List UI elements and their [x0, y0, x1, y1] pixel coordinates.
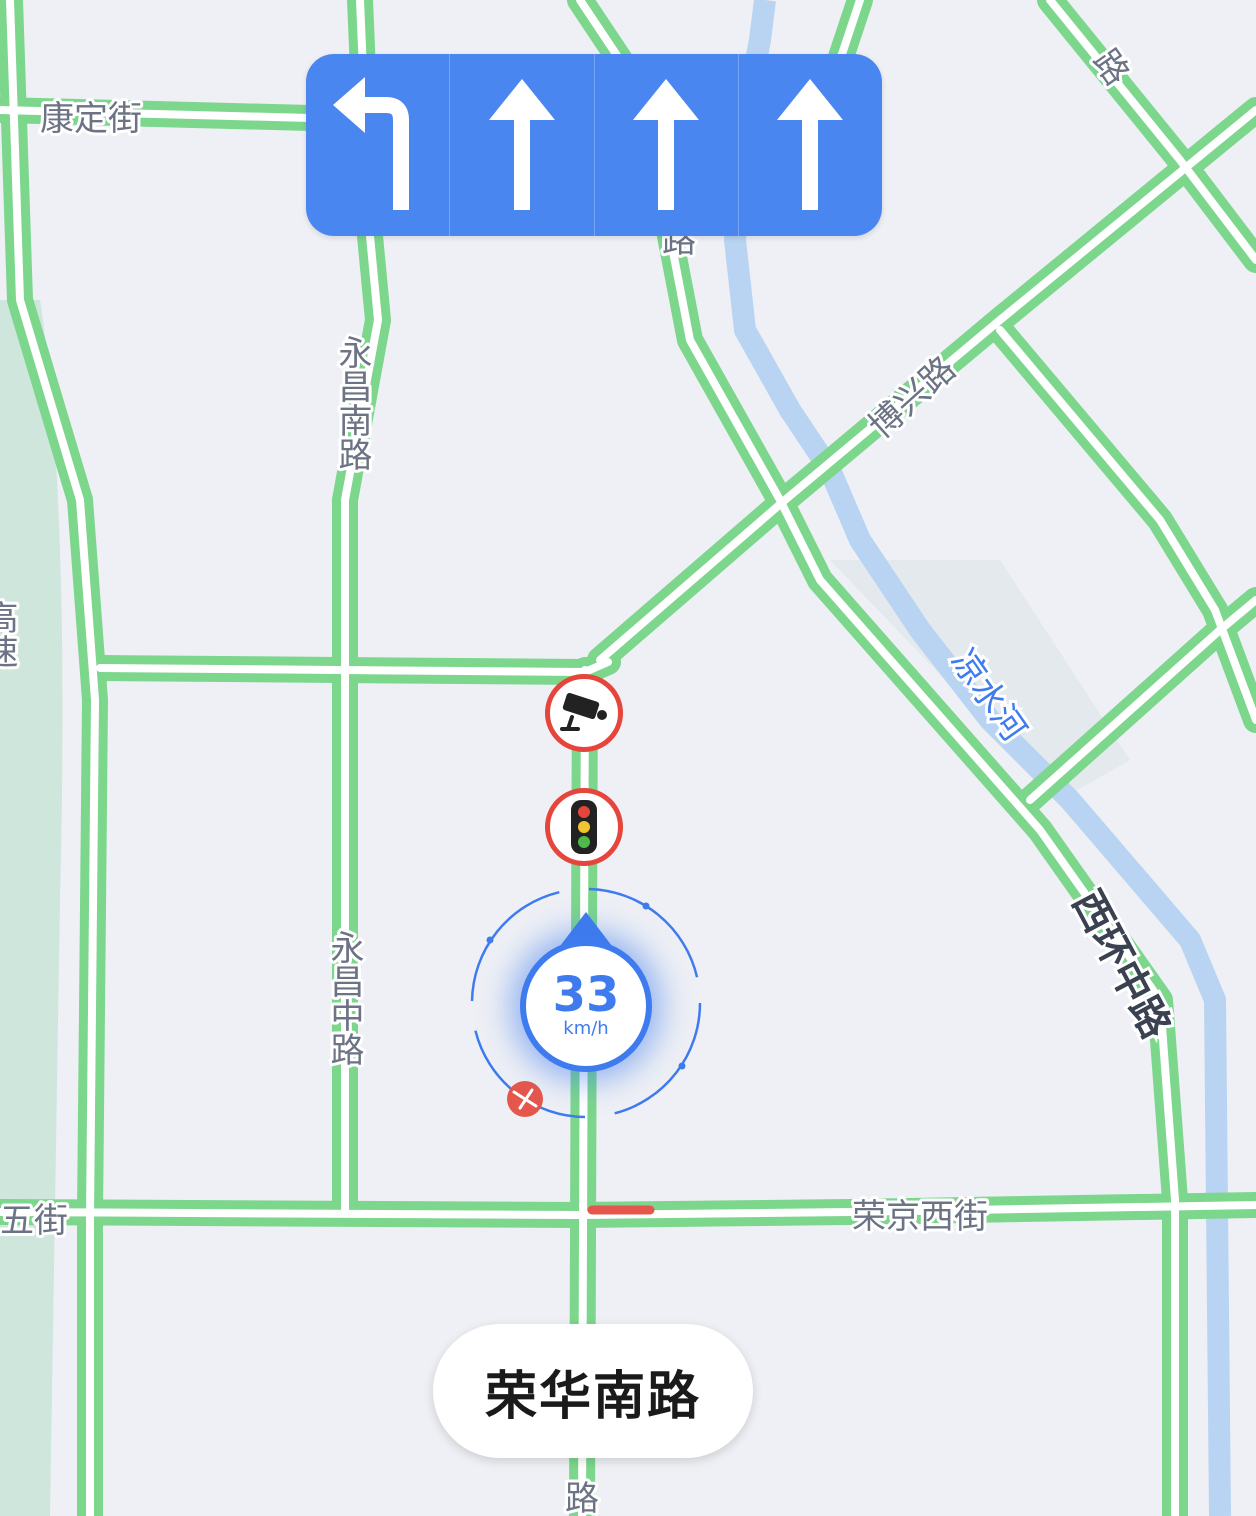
- label-kangding-street: 康定街: [40, 99, 142, 139]
- label-rongjing-west-street: 荣京西街: [852, 1197, 988, 1237]
- lane-straight: [595, 54, 739, 236]
- traffic-light-icon: [571, 800, 597, 854]
- turn-left-arrow-icon: [332, 77, 409, 210]
- straight-arrow-icon: [488, 79, 555, 210]
- label-road-bottom: 路: [565, 1479, 599, 1516]
- traffic-light-marker[interactable]: [545, 788, 623, 866]
- greenbelt-left: [0, 300, 63, 1516]
- ring-dot: [642, 902, 650, 910]
- speed-unit: km/h: [563, 1018, 609, 1039]
- lane-straight: [739, 54, 882, 236]
- straight-arrow-icon: [633, 79, 700, 210]
- ring-dot: [678, 1062, 686, 1070]
- label-boxing-road: 博兴路: [861, 349, 964, 447]
- label-yongchang-south-road: 永昌南路: [332, 335, 372, 471]
- speed-camera-icon: [560, 693, 607, 731]
- current-road-pill[interactable]: 荣华南路: [433, 1324, 753, 1458]
- speed-value: 33: [552, 967, 620, 1023]
- lane-guidance-panel: [306, 54, 882, 236]
- lane-straight: [450, 54, 595, 236]
- current-speed-indicator: 33 km/h: [520, 940, 652, 1072]
- current-road-name: 荣华南路: [484, 1366, 701, 1427]
- straight-arrow-icon: [777, 79, 844, 210]
- label-yongchang-middle-road: 永昌中路: [324, 930, 364, 1066]
- label-highway: 高速: [0, 600, 18, 668]
- ring-dot: [486, 936, 494, 944]
- lane-left-turn: [306, 54, 451, 236]
- label-wu-street: 五街: [0, 1201, 68, 1241]
- speed-camera-marker[interactable]: [545, 674, 623, 752]
- incident-icon[interactable]: [507, 1081, 543, 1117]
